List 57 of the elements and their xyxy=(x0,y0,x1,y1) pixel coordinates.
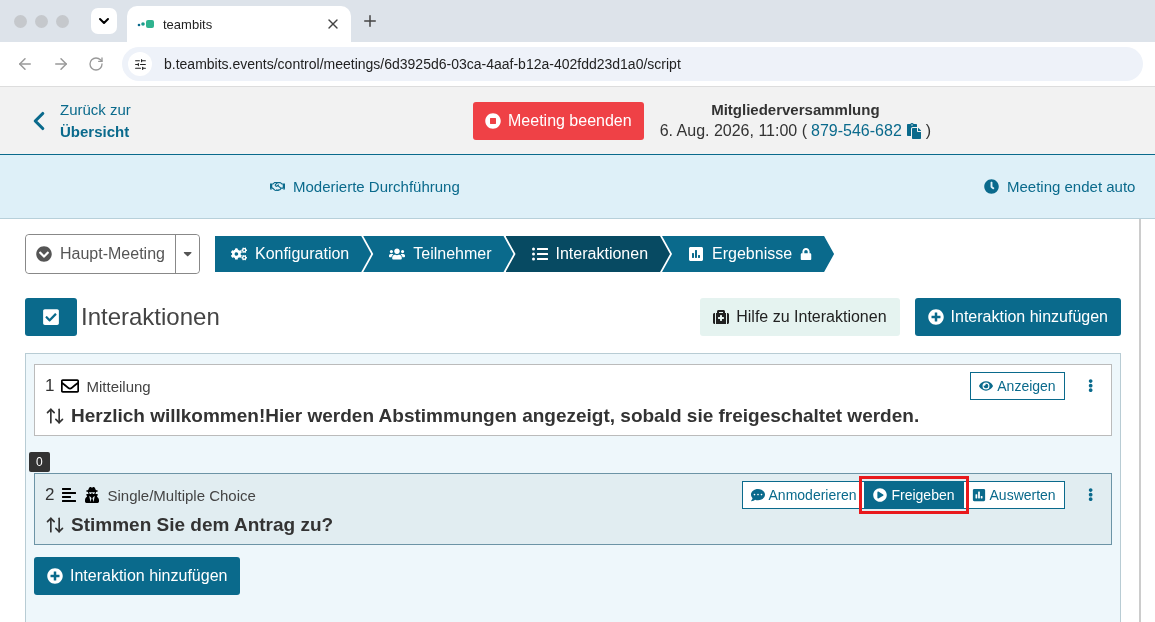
clock-icon xyxy=(984,179,999,194)
gears-icon xyxy=(230,246,247,262)
action-button[interactable]: Anmoderieren xyxy=(741,481,866,509)
meeting-date: 6. Aug. 2026, 11:00 ( xyxy=(659,122,808,140)
play-icon xyxy=(873,488,888,502)
meeting-title: Mitgliederversammlung xyxy=(711,101,880,118)
interaction-number: 1 xyxy=(45,376,55,396)
action-button[interactable]: Auswerten xyxy=(962,481,1065,509)
add-interaction-button[interactable]: Interaktion hinzufügen xyxy=(34,557,241,595)
site-settings-icon[interactable] xyxy=(128,52,152,76)
page-title: Interaktionen xyxy=(81,303,221,331)
add-interaction-button[interactable]: Interaktion hinzufügen xyxy=(914,298,1121,336)
interaction-text: Herzlich willkommen!Hier werden Abstimmungen angezeigt, sobald sie freigeschaltet werden. xyxy=(71,405,920,427)
first-aid-icon xyxy=(713,309,730,325)
meeting-code-link[interactable]: 879-546-682 xyxy=(811,122,902,140)
step-tab[interactable]: Interaktionen xyxy=(505,236,671,272)
eye-icon xyxy=(979,379,994,393)
interaction-text: Stimmen Sie dem Antrag zu? xyxy=(71,514,334,536)
interaction-type: Single/Multiple Choice xyxy=(107,486,257,504)
tab-menu-button[interactable] xyxy=(91,8,117,34)
tab-title: teambits xyxy=(163,16,214,32)
back-link[interactable]: Zurück zur Übersicht xyxy=(24,98,473,143)
step-tab[interactable]: Konfiguration xyxy=(214,236,372,272)
users-icon xyxy=(389,246,406,262)
new-tab-icon[interactable] xyxy=(361,12,379,30)
action-button[interactable]: Anzeigen xyxy=(970,372,1065,400)
info-text: Meeting endet auto xyxy=(1007,178,1136,195)
bar-chart-icon xyxy=(971,488,986,502)
browser-tab[interactable]: teambits xyxy=(127,6,351,42)
bar-chart-icon xyxy=(688,246,705,262)
sort-arrows-icon[interactable] xyxy=(45,406,65,426)
plus-icon xyxy=(47,568,63,584)
sort-arrows-icon[interactable] xyxy=(45,515,65,535)
reload-icon[interactable] xyxy=(88,56,104,72)
step-tab[interactable]: Ergebnisse xyxy=(662,236,835,272)
interaction-number: 2 xyxy=(45,485,55,505)
copy-icon[interactable] xyxy=(905,123,922,139)
count-badge: 0 xyxy=(29,452,50,472)
closing-parenthesis: ) xyxy=(925,122,932,140)
back-arrow-icon[interactable] xyxy=(16,55,34,73)
logo-icon xyxy=(137,19,155,29)
end-meeting-button[interactable]: Meeting beenden xyxy=(473,101,644,140)
speech-bubble-icon xyxy=(750,488,765,502)
interaction-card[interactable]: 1 Mitteilung Anzeigen Herzlich willkommen!Hier werden Abstimmungen angezeigt, sobald sie freigeschaltet werden. xyxy=(34,364,1112,436)
checkbox-tray-icon xyxy=(25,298,77,336)
forward-arrow-icon[interactable] xyxy=(52,55,70,73)
bars-icon xyxy=(61,487,78,503)
plus-icon xyxy=(927,309,944,325)
stop-icon xyxy=(485,112,501,129)
info-text: Moderierte Durchführung xyxy=(293,178,460,195)
step-tab[interactable]: Teilnehmer xyxy=(363,236,514,272)
list-icon xyxy=(531,246,548,262)
address-bar[interactable]: b.teambits.events/control/meetings/6d3925d6-03ca-4aaf-b12a-402fdd23d1a0/script xyxy=(122,47,1143,81)
handshake-icon xyxy=(270,179,285,194)
interaction-type: Mitteilung xyxy=(86,377,152,395)
envelope-icon xyxy=(61,377,80,395)
help-button[interactable]: Hilfe zu Interaktionen xyxy=(700,298,900,336)
